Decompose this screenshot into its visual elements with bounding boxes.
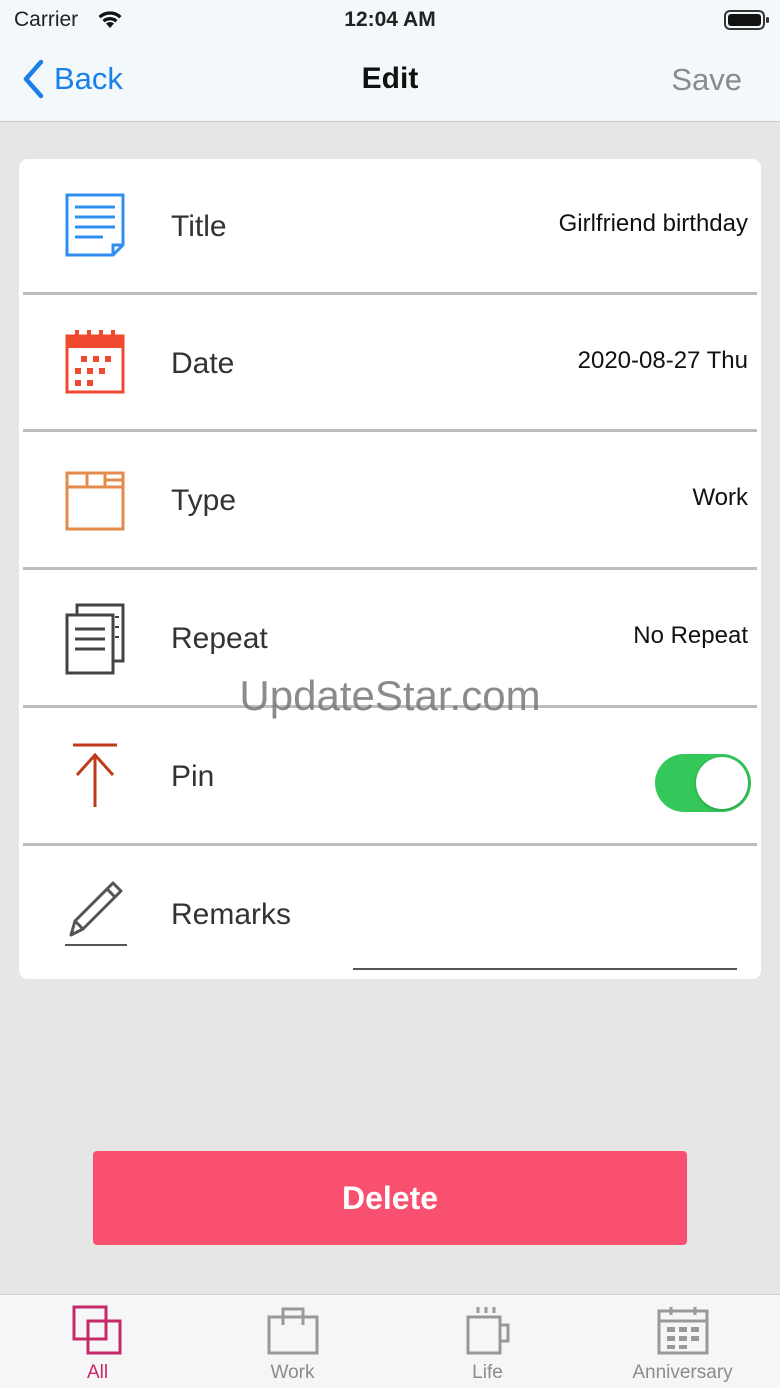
pencil-icon (63, 879, 127, 949)
page-title: Edit (361, 62, 419, 95)
date-value: 2020-08-27 Thu (577, 347, 748, 374)
title-label: Title (171, 210, 227, 243)
pin-toggle[interactable] (655, 754, 751, 812)
row-divider (23, 843, 757, 846)
row-divider (23, 292, 757, 295)
tab-all[interactable]: All (0, 1295, 195, 1388)
toggle-knob (696, 757, 748, 809)
tab-label: Anniversary (632, 1362, 733, 1383)
save-button[interactable]: Save (671, 62, 742, 98)
delete-button[interactable]: Delete (93, 1151, 687, 1245)
row-divider (23, 567, 757, 570)
form-row-type[interactable]: Type Work (19, 433, 761, 569)
tab-label: Life (472, 1362, 503, 1383)
coffee-cup-icon (460, 1305, 516, 1357)
title-value: Girlfriend birthday (558, 210, 748, 237)
tab-bar: All Work Life Anniversary (0, 1294, 780, 1388)
type-label: Type (171, 484, 237, 517)
tab-work[interactable]: Work (195, 1295, 390, 1388)
status-bar: Carrier 12:04 AM (0, 0, 780, 40)
note-icon (63, 191, 127, 261)
tab-label: All (86, 1362, 109, 1383)
folder-icon (63, 465, 127, 535)
clock: 12:04 AM (344, 8, 436, 31)
pin-arrow-icon (63, 741, 127, 811)
battery-icon (724, 9, 770, 37)
form-row-remarks: Remarks (19, 847, 761, 979)
form-row-title[interactable]: Title Girlfriend birthday (19, 159, 761, 295)
date-label: Date (171, 347, 235, 380)
calendar-icon (63, 328, 127, 398)
calendar-icon (655, 1305, 711, 1357)
briefcase-icon (265, 1305, 321, 1357)
copy-pages-icon (63, 603, 127, 675)
tab-anniversary[interactable]: Anniversary (585, 1295, 780, 1388)
pin-label: Pin (171, 760, 215, 793)
edit-form-card: Title Girlfriend birthday Date 2020-08-2… (19, 159, 761, 979)
overlap-squares-icon (70, 1305, 126, 1357)
form-row-pin: Pin (19, 709, 761, 845)
type-value: Work (692, 484, 748, 511)
remarks-input-underline[interactable] (353, 968, 737, 970)
tab-life[interactable]: Life (390, 1295, 585, 1388)
remarks-label: Remarks (171, 898, 292, 931)
navigation-bar: Back Edit Save (0, 48, 780, 112)
row-divider (23, 429, 757, 432)
form-row-date[interactable]: Date 2020-08-27 Thu (19, 296, 761, 432)
top-bar: Carrier 12:04 AM Back Edit Save (0, 0, 780, 122)
tab-label: Work (270, 1362, 315, 1383)
watermark: UpdateStar.com (239, 672, 541, 719)
